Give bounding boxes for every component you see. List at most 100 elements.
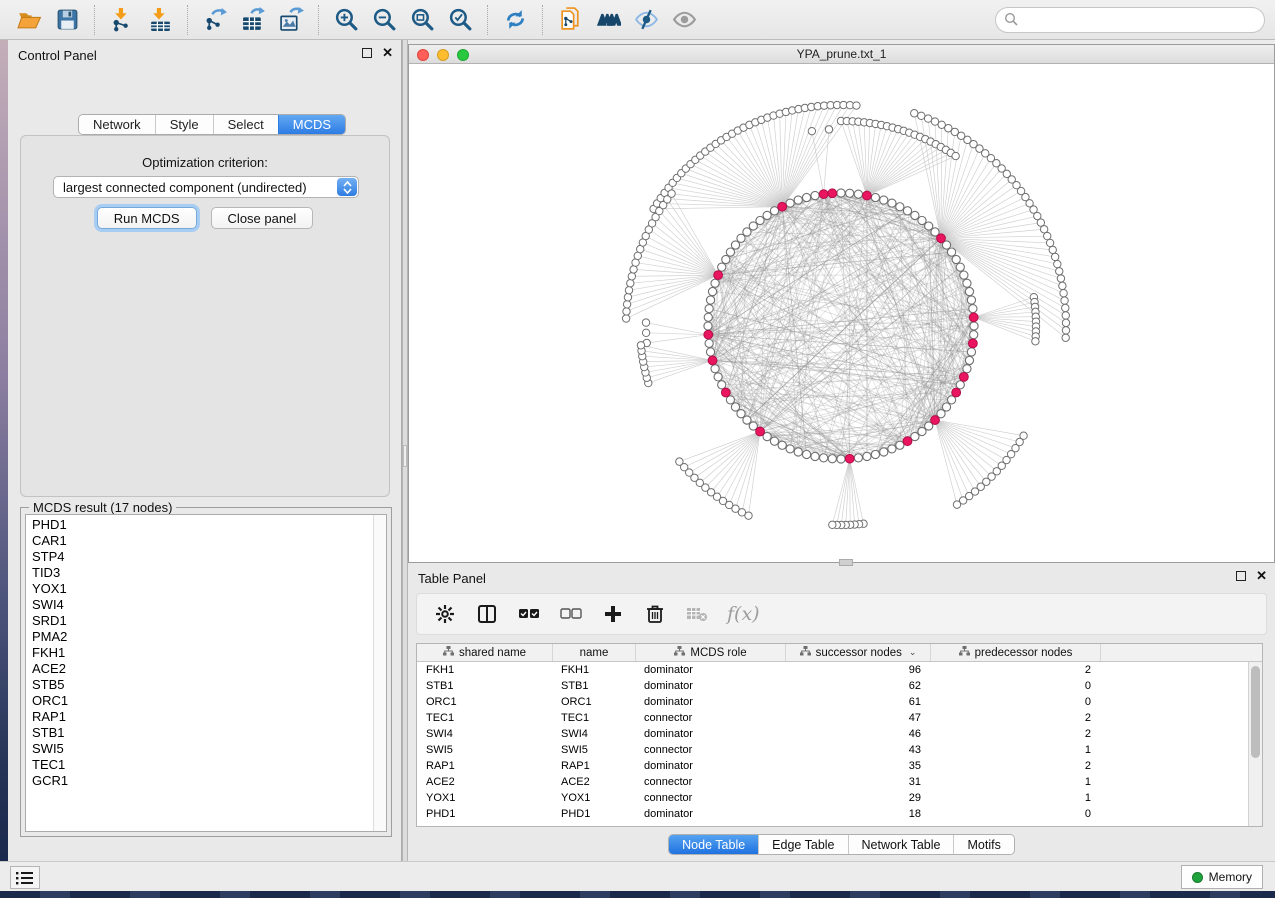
column-header[interactable]: successor nodes⌄: [786, 644, 931, 661]
mcds-result-item[interactable]: CAR1: [32, 533, 370, 549]
mcds-result-item[interactable]: ORC1: [32, 693, 370, 709]
dominator-node[interactable]: [778, 202, 787, 211]
binoculars-button[interactable]: [589, 3, 627, 37]
column-header[interactable]: shared name: [417, 644, 553, 661]
float-panel-icon[interactable]: [362, 48, 372, 58]
show-details-button[interactable]: [665, 3, 703, 37]
table-row[interactable]: YOX1YOX1connector291: [417, 790, 1248, 806]
search-input[interactable]: [995, 7, 1265, 33]
tab-style[interactable]: Style: [155, 115, 213, 134]
close-panel-button[interactable]: Close panel: [211, 207, 314, 229]
tab-motifs[interactable]: Motifs: [953, 835, 1013, 854]
splitter-grip[interactable]: [403, 445, 407, 467]
hide-details-button[interactable]: [627, 3, 665, 37]
table-row[interactable]: PHD1PHD1dominator180: [417, 806, 1248, 822]
show-columns-button[interactable]: [475, 602, 499, 626]
zoom-out-button[interactable]: [365, 3, 403, 37]
mcds-result-item[interactable]: YOX1: [32, 581, 370, 597]
tab-network-table[interactable]: Network Table: [848, 835, 954, 854]
criterion-dropdown[interactable]: largest connected component (undirected): [53, 176, 359, 198]
export-network-button[interactable]: [196, 3, 234, 37]
dominator-node[interactable]: [845, 454, 854, 463]
tab-mcds[interactable]: MCDS: [278, 115, 345, 134]
run-mcds-button[interactable]: Run MCDS: [97, 207, 197, 229]
unselect-all-button[interactable]: [559, 602, 583, 626]
mcds-result-item[interactable]: ACE2: [32, 661, 370, 677]
column-header[interactable]: MCDS role: [636, 644, 786, 661]
table-settings-button[interactable]: [433, 602, 457, 626]
table-row[interactable]: ORC1ORC1dominator610: [417, 694, 1248, 710]
mcds-result-item[interactable]: SWI4: [32, 597, 370, 613]
dominator-node[interactable]: [863, 191, 872, 200]
delete-column-button[interactable]: [643, 602, 667, 626]
mcds-list-scrollbar[interactable]: [373, 515, 386, 831]
dominator-node[interactable]: [903, 437, 912, 446]
delete-table-button[interactable]: [685, 602, 709, 626]
tab-node-table[interactable]: Node Table: [669, 835, 758, 854]
mcds-result-item[interactable]: PMA2: [32, 629, 370, 645]
open-session-button[interactable]: [10, 3, 48, 37]
mcds-result-item[interactable]: SRD1: [32, 613, 370, 629]
close-table-panel-icon[interactable]: ✕: [1256, 571, 1267, 581]
dominator-node[interactable]: [952, 388, 961, 397]
dominator-node[interactable]: [756, 427, 765, 436]
mcds-result-item[interactable]: TID3: [32, 565, 370, 581]
function-builder-button[interactable]: f(x): [727, 603, 760, 625]
select-all-button[interactable]: [517, 602, 541, 626]
refresh-button[interactable]: [496, 3, 534, 37]
horizontal-splitter-grip[interactable]: [839, 559, 853, 566]
mcds-result-item[interactable]: SWI5: [32, 741, 370, 757]
dominator-node[interactable]: [959, 372, 968, 381]
mcds-result-item[interactable]: STB1: [32, 725, 370, 741]
mcds-result-item[interactable]: STB5: [32, 677, 370, 693]
save-session-button[interactable]: [48, 3, 86, 37]
table-row[interactable]: FKH1FKH1dominator962: [417, 662, 1248, 678]
share-documents-button[interactable]: [551, 3, 589, 37]
mcds-result-item[interactable]: PHD1: [32, 517, 370, 533]
import-network-button[interactable]: [103, 3, 141, 37]
task-history-button[interactable]: [10, 866, 40, 889]
mcds-result-item[interactable]: TEC1: [32, 757, 370, 773]
network-canvas[interactable]: [409, 64, 1274, 562]
maximize-window-icon[interactable]: [457, 49, 469, 61]
mcds-result-list[interactable]: PHD1CAR1STP4TID3YOX1SWI4SRD1PMA2FKH1ACE2…: [25, 514, 387, 832]
table-scrollbar[interactable]: [1248, 662, 1262, 826]
dominator-node[interactable]: [828, 189, 837, 198]
dominator-node[interactable]: [714, 271, 723, 280]
dominator-node[interactable]: [969, 313, 978, 322]
dominator-node[interactable]: [708, 356, 717, 365]
dominator-node[interactable]: [937, 234, 946, 243]
table-row[interactable]: STB1STB1dominator620: [417, 678, 1248, 694]
export-table-button[interactable]: [234, 3, 272, 37]
table-row[interactable]: RAP1RAP1dominator352: [417, 758, 1248, 774]
network-window-titlebar[interactable]: YPA_prune.txt_1: [409, 45, 1274, 64]
mcds-result-item[interactable]: STP4: [32, 549, 370, 565]
table-scrollbar-thumb[interactable]: [1251, 666, 1260, 758]
mcds-result-item[interactable]: FKH1: [32, 645, 370, 661]
table-row[interactable]: SWI4SWI4dominator462: [417, 726, 1248, 742]
dominator-node[interactable]: [931, 416, 940, 425]
zoom-fit-button[interactable]: [403, 3, 441, 37]
table-row[interactable]: TEC1TEC1connector472: [417, 710, 1248, 726]
tab-edge-table[interactable]: Edge Table: [758, 835, 847, 854]
dominator-node[interactable]: [819, 190, 828, 199]
import-table-button[interactable]: [141, 3, 179, 37]
tab-network[interactable]: Network: [79, 115, 155, 134]
zoom-in-button[interactable]: [327, 3, 365, 37]
zoom-selected-button[interactable]: [441, 3, 479, 37]
dominator-node[interactable]: [968, 339, 977, 348]
add-column-button[interactable]: [601, 602, 625, 626]
mcds-result-item[interactable]: GCR1: [32, 773, 370, 789]
tab-select[interactable]: Select: [213, 115, 278, 134]
minimize-window-icon[interactable]: [437, 49, 449, 61]
table-row[interactable]: SWI5SWI5connector431: [417, 742, 1248, 758]
close-panel-icon[interactable]: ✕: [382, 48, 393, 58]
dominator-node[interactable]: [721, 388, 730, 397]
column-header[interactable]: predecessor nodes: [931, 644, 1101, 661]
mcds-result-item[interactable]: RAP1: [32, 709, 370, 725]
export-image-button[interactable]: [272, 3, 310, 37]
column-header[interactable]: name: [553, 644, 636, 661]
memory-button[interactable]: Memory: [1181, 865, 1263, 889]
dominator-node[interactable]: [704, 330, 713, 339]
float-table-panel-icon[interactable]: [1236, 571, 1246, 581]
